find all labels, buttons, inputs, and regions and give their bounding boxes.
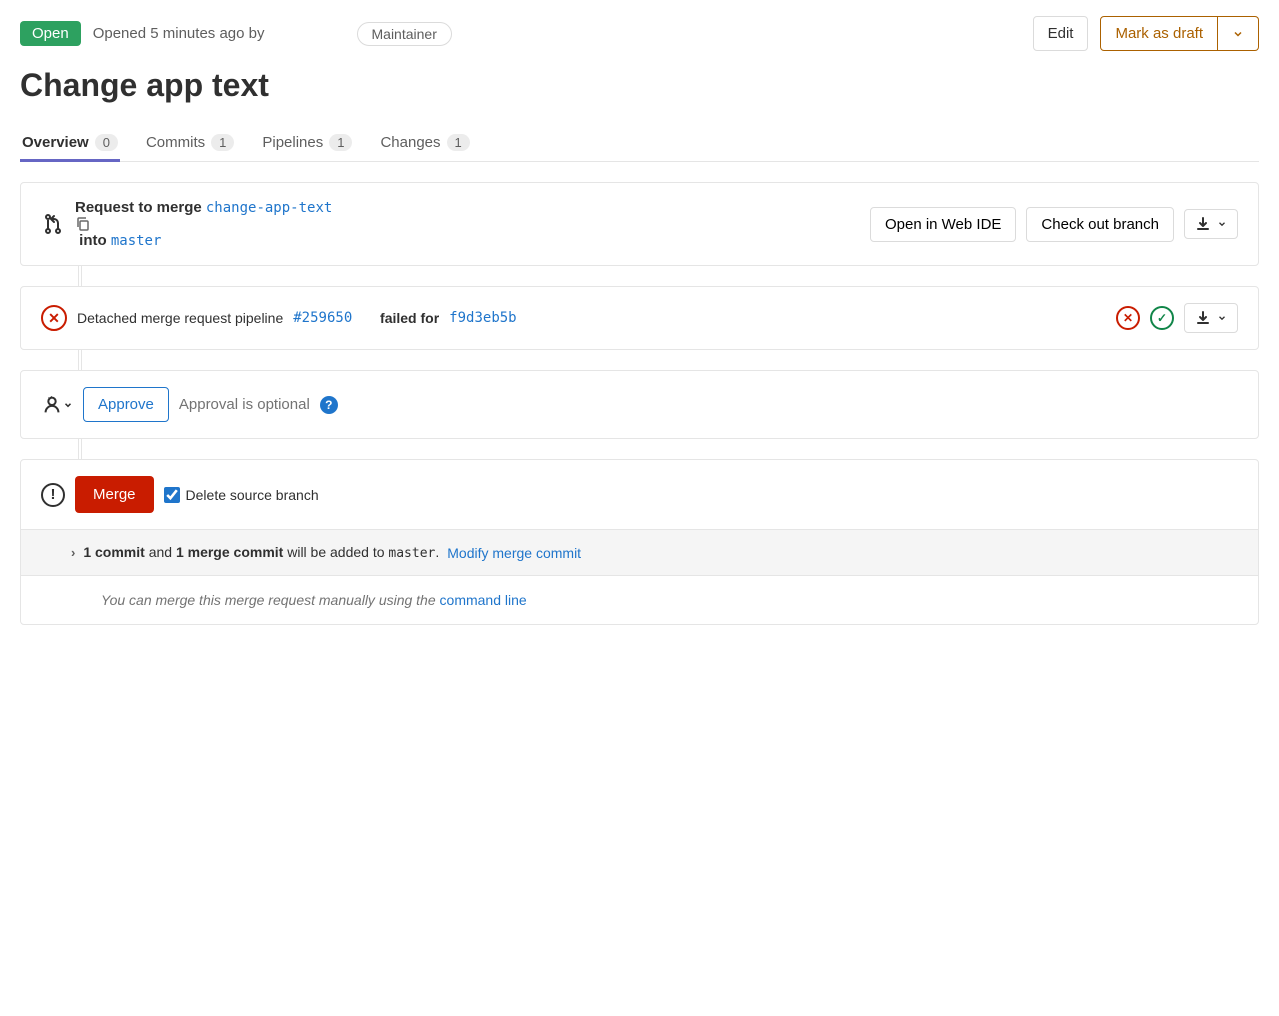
panel-connector [78,266,82,286]
role-badge-maintainer: Maintainer [357,22,452,46]
edit-button[interactable]: Edit [1033,16,1089,51]
copy-branch-icon[interactable] [75,216,332,232]
command-line-link[interactable]: command line [440,592,527,608]
draft-button-group: Mark as draft [1100,16,1259,51]
mark-as-draft-button[interactable]: Mark as draft [1100,16,1218,51]
merge-button[interactable]: Merge [75,476,154,513]
pipeline-failed-for-text: failed for [380,310,439,326]
chevron-down-icon [1217,313,1227,323]
tab-count: 1 [329,134,352,151]
tab-pipelines[interactable]: Pipelines 1 [260,124,354,161]
source-branch-link[interactable]: change-app-text [206,200,332,216]
open-in-web-ide-button[interactable]: Open in Web IDE [870,207,1016,242]
page-title: Change app text [20,67,1259,104]
pipeline-commit-link[interactable]: f9d3eb5b [449,310,516,326]
panel-connector [78,350,82,370]
checkout-branch-button[interactable]: Check out branch [1026,207,1174,242]
pipeline-label: Detached merge request pipeline [77,310,283,326]
delete-source-branch-text: Delete source branch [186,487,319,503]
approval-panel: Approve Approval is optional ? [20,370,1259,439]
chevron-down-icon [1232,28,1244,40]
tab-count: 0 [95,134,118,151]
approval-optional-text: Approval is optional [179,396,310,413]
merge-request-panel: Request to merge change-app-text into ma… [20,182,1259,266]
mr-tabs: Overview 0 Commits 1 Pipelines 1 Changes… [20,124,1259,162]
commit-summary-text: 1 commit and 1 merge commit will be adde… [83,544,439,561]
delete-source-branch-checkbox[interactable] [164,487,180,503]
download-dropdown-button[interactable] [1184,209,1238,239]
tab-count: 1 [211,134,234,151]
chevron-down-icon [1217,219,1227,229]
tab-label: Overview [22,134,89,151]
warning-icon: ! [41,483,65,507]
stage-failed-icon[interactable]: ✕ [1116,306,1140,330]
approver-icon[interactable] [41,394,73,416]
delete-source-branch-label[interactable]: Delete source branch [164,487,319,503]
merge-request-text: Request to merge change-app-text into ma… [75,199,332,249]
pipeline-panel: ✕ Detached merge request pipeline #25965… [20,286,1259,350]
target-branch-link[interactable]: master [111,233,162,249]
merge-panel: ! Merge Delete source branch › 1 commit … [20,459,1259,625]
opened-ago-text: Opened 5 minutes ago by [93,25,265,42]
draft-dropdown-button[interactable] [1218,16,1259,51]
panel-connector [78,439,82,459]
tab-commits[interactable]: Commits 1 [144,124,236,161]
manual-merge-row: You can merge this merge request manuall… [21,575,1258,624]
tab-label: Commits [146,134,205,151]
help-icon[interactable]: ? [320,396,338,414]
approve-button[interactable]: Approve [83,387,169,422]
download-icon [1195,310,1211,326]
tab-overview[interactable]: Overview 0 [20,124,120,161]
tab-count: 1 [447,134,470,151]
pipeline-download-dropdown[interactable] [1184,303,1238,333]
tab-label: Changes [380,134,440,151]
chevron-right-icon[interactable]: › [71,545,75,560]
merge-request-icon [41,212,65,236]
modify-merge-commit-link[interactable]: Modify merge commit [447,545,581,561]
status-badge-open: Open [20,21,81,46]
pipeline-id-link[interactable]: #259650 [293,310,352,326]
pipeline-failed-icon: ✕ [41,305,67,331]
tab-changes[interactable]: Changes 1 [378,124,471,161]
stage-passed-icon[interactable]: ✓ [1150,306,1174,330]
mr-header: Open Opened 5 minutes ago by Maintainer … [20,16,1259,51]
commit-summary-row: › 1 commit and 1 merge commit will be ad… [21,529,1258,575]
download-icon [1195,216,1211,232]
tab-label: Pipelines [262,134,323,151]
